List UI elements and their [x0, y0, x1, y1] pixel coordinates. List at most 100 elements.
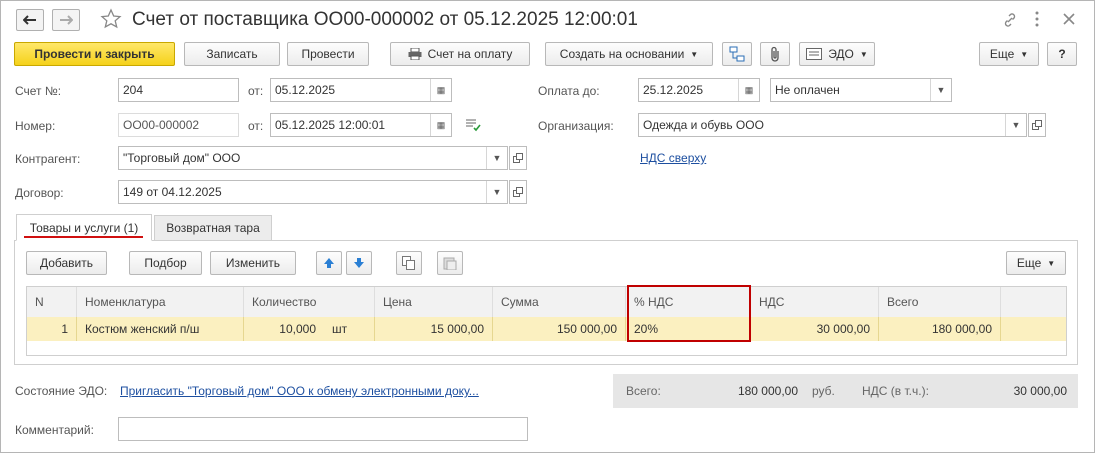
open-form-icon	[513, 153, 523, 163]
edo-button[interactable]: ЭДО ▼	[799, 42, 875, 66]
add-button[interactable]: Добавить	[26, 251, 107, 275]
close-button[interactable]	[1062, 12, 1076, 26]
chevron-down-icon[interactable]: ▼	[1005, 114, 1026, 136]
kebab-menu-icon	[1035, 11, 1039, 27]
dropdown-arrow-icon: ▼	[1047, 258, 1056, 268]
edo-icon	[806, 48, 823, 60]
vat-total-value: 30 000,00	[1013, 384, 1067, 398]
contract-field[interactable]: 149 от 04.12.2025 ▼	[118, 180, 508, 204]
contract-open-button[interactable]	[509, 180, 527, 204]
paste-icon	[443, 257, 457, 270]
create-based-on-button[interactable]: Создать на основании ▼	[545, 42, 713, 66]
page-title: Счет от поставщика ОО00-000002 от 05.12.…	[132, 9, 638, 30]
edo-label: ЭДО	[828, 47, 854, 61]
cell-total[interactable]: 180 000,00	[879, 317, 1001, 341]
copy-button[interactable]	[396, 251, 422, 275]
table-more-label: Еще	[1016, 256, 1042, 270]
number-date-field[interactable]: 05.12.2025 12:00:01 ▦	[270, 113, 452, 137]
change-button[interactable]: Изменить	[210, 251, 296, 275]
invoice-print-label: Счет на оплату	[427, 47, 513, 61]
column-header-spacer	[1001, 287, 1066, 317]
chevron-down-icon[interactable]: ▼	[486, 147, 507, 169]
cell-unit: шт	[332, 322, 348, 336]
org-label: Организация:	[538, 119, 614, 133]
column-header[interactable]: Сумма	[493, 287, 626, 317]
counterparty-open-button[interactable]	[509, 146, 527, 170]
column-header[interactable]: Цена	[375, 287, 493, 317]
edit-number-icon	[466, 119, 481, 132]
pay-until-field[interactable]: 25.12.2025 ▦	[638, 78, 760, 102]
more-label: Еще	[989, 47, 1015, 61]
table-more-button[interactable]: Еще ▼	[1006, 251, 1066, 275]
cell-item[interactable]: Костюм женский п/ш	[77, 317, 244, 341]
post-button[interactable]: Провести	[287, 42, 369, 66]
cell-vat[interactable]: 30 000,00	[751, 317, 879, 341]
chevron-down-icon[interactable]: ▼	[486, 181, 507, 203]
favorite-star-button[interactable]	[100, 8, 122, 30]
calendar-icon[interactable]: ▦	[738, 79, 759, 101]
attach-button[interactable]	[760, 42, 790, 66]
cell-n[interactable]: 1	[27, 317, 77, 341]
column-header[interactable]: Количество	[244, 287, 375, 317]
counterparty-value: "Торговый дом" ООО	[123, 151, 241, 165]
pick-button[interactable]: Подбор	[129, 251, 202, 275]
move-up-button[interactable]	[316, 251, 342, 275]
copy-icon	[402, 256, 415, 270]
cell-sum[interactable]: 150 000,00	[493, 317, 626, 341]
column-header[interactable]: N	[27, 287, 77, 317]
invoice-date-label: от:	[248, 84, 264, 98]
more-button[interactable]: Еще ▼	[979, 42, 1039, 66]
vat-mode-link[interactable]: НДС сверху	[640, 151, 706, 165]
org-field[interactable]: Одежда и обувь ООО ▼	[638, 113, 1027, 137]
structure-button[interactable]	[722, 42, 752, 66]
comment-field[interactable]	[118, 417, 528, 441]
cell-price[interactable]: 15 000,00	[375, 317, 493, 341]
help-button[interactable]: ?	[1047, 42, 1077, 66]
calendar-icon[interactable]: ▦	[430, 114, 451, 136]
column-header[interactable]: Всего	[879, 287, 1001, 317]
total-value: 180 000,00	[737, 384, 798, 398]
cell-qty[interactable]: 10,000 шт	[244, 317, 375, 341]
dropdown-arrow-icon: ▼	[859, 49, 868, 59]
column-header[interactable]: НДС	[751, 287, 879, 317]
number-date-value: 05.12.2025 12:00:01	[275, 118, 386, 132]
forward-button[interactable]	[52, 9, 80, 31]
number-edit-button[interactable]	[465, 118, 481, 132]
contract-value: 149 от 04.12.2025	[123, 185, 222, 199]
number-field[interactable]: ОО00-000002	[118, 113, 239, 137]
post-and-close-button[interactable]: Провести и закрыть	[14, 42, 175, 66]
pay-until-value: 25.12.2025	[643, 83, 704, 97]
comment-label: Комментарий:	[15, 423, 94, 437]
arrow-up-icon	[324, 258, 334, 268]
cell-spacer	[1001, 317, 1066, 341]
counterparty-field[interactable]: "Торговый дом" ООО ▼	[118, 146, 508, 170]
structure-icon	[729, 46, 745, 62]
invoice-date-field[interactable]: 05.12.2025 ▦	[270, 78, 452, 102]
pay-until-label: Оплата до:	[538, 84, 600, 98]
tab-returnable-packaging[interactable]: Возвратная тара	[154, 215, 272, 241]
move-down-button[interactable]	[346, 251, 372, 275]
menu-button[interactable]	[1034, 10, 1040, 28]
vat-total-label: НДС (в т.ч.):	[862, 384, 929, 398]
calendar-icon[interactable]: ▦	[430, 79, 451, 101]
edo-state-label: Состояние ЭДО:	[15, 384, 108, 398]
pay-status-select[interactable]: Не оплачен ▼	[770, 78, 952, 102]
column-header[interactable]: Номенклатура	[77, 287, 244, 317]
invoice-print-button[interactable]: Счет на оплату	[390, 42, 530, 66]
back-button[interactable]	[16, 9, 44, 31]
save-button[interactable]: Записать	[184, 42, 280, 66]
paste-button[interactable]	[437, 251, 463, 275]
table-row[interactable]: 1 Костюм женский п/ш 10,000 шт 15 000,00…	[27, 317, 1066, 341]
invoice-no-field[interactable]: 204	[118, 78, 239, 102]
chevron-down-icon[interactable]: ▼	[930, 79, 951, 101]
currency-label: руб.	[812, 384, 835, 398]
create-based-on-label: Создать на основании	[559, 47, 685, 61]
counterparty-label: Контрагент:	[15, 152, 81, 166]
arrow-left-icon	[23, 15, 36, 25]
arrow-down-icon	[354, 258, 364, 268]
star-icon	[100, 8, 122, 29]
open-form-icon	[513, 187, 523, 197]
edo-invite-link[interactable]: Пригласить "Торговый дом" ООО к обмену э…	[120, 384, 479, 398]
org-open-button[interactable]	[1028, 113, 1046, 137]
link-button[interactable]	[1002, 12, 1018, 28]
